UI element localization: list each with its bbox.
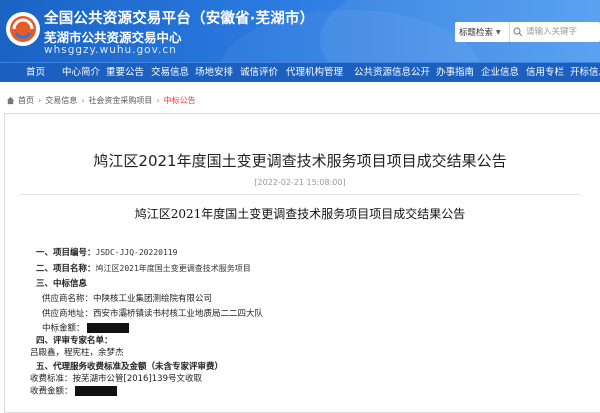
home-icon <box>6 96 15 105</box>
article-title: 鸠江区2021年度国土变更调查技术服务项目项目成交结果公告 <box>93 152 507 170</box>
breadcrumb: 首页 › 交易信息 › 社会资金采购项目 › 中标公告 <box>6 92 196 108</box>
supplier-address: 供应商地址：西安市灞桥镇读书村核工业地质局二二四大队 <box>42 309 264 319</box>
fee-amount-label: 收费金额： <box>30 386 73 397</box>
site-title: 全国公共资源交易平台（安徽省·芜湖市） <box>44 11 315 27</box>
search-type-label: 标题检索 <box>459 28 494 38</box>
nav-item-agency[interactable]: 代理机构管理 <box>286 63 343 83</box>
breadcrumb-separator: › <box>156 95 160 105</box>
experts-list: 吕殿鑫，程宪柱，余梦杰 <box>30 348 124 358</box>
search-type-select[interactable]: 标题检索 ▼ <box>455 22 510 42</box>
project-name-label: 二、项目名称： <box>36 264 96 274</box>
breadcrumb-current: 中标公告 <box>163 95 196 105</box>
project-number: JSDC-JJQ-20220119 <box>95 248 178 257</box>
nav-item-home[interactable]: 首页 <box>26 63 45 83</box>
nav-item-notices[interactable]: 重要公告 <box>106 63 144 83</box>
supplier-name: 供应商名称：中陕核工业集团测绘院有限公司 <box>42 294 213 304</box>
nav-item-enterprise[interactable]: 企业信息 <box>481 63 519 83</box>
redacted-fee <box>74 386 117 396</box>
article-sub-title: 鸠江区2021年度国土变更调查技术服务项目项目成交结果公告 <box>134 207 466 221</box>
redacted-amount <box>86 323 129 333</box>
project-number-label: 一、项目编号： <box>36 248 96 258</box>
experts-label: 四、评审专家名单： <box>36 336 113 346</box>
title-divider <box>20 194 580 195</box>
nav-item-about[interactable]: 中心简介 <box>62 63 100 83</box>
nav-item-venue[interactable]: 场地安排 <box>195 63 233 83</box>
breadcrumb-trade-info[interactable]: 交易信息 <box>45 95 77 106</box>
breadcrumb-separator: › <box>81 95 85 105</box>
chevron-down-icon: ▼ <box>496 28 501 36</box>
nav-item-guide[interactable]: 办事指南 <box>436 63 474 83</box>
breadcrumb-home[interactable]: 首页 <box>18 95 34 106</box>
project-name: 鸠江区2021年度国土变更调查技术服务项目 <box>95 264 251 273</box>
nav-item-credit-column[interactable]: 信用专栏 <box>526 63 564 83</box>
award-amount-label: 中标金额： <box>42 323 85 334</box>
agency-fee-label: 五、代理服务收费标准及金额（未含专家评审费） <box>36 362 224 372</box>
main-nav: 首页 中心简介 重要公告 交易信息 场地安排 诚信评价 代理机构管理 公共资源信… <box>0 62 600 82</box>
site-header: 全国公共资源交易平台（安徽省·芜湖市） 芜湖市公共资源交易中心 whsggzy.… <box>0 0 600 62</box>
award-info-label: 三、中标信息 <box>36 279 88 289</box>
breadcrumb-separator: › <box>38 95 42 105</box>
fee-standard: 收费标准：按芜湖市公管[2016]139号文收取 <box>30 374 202 384</box>
site-url: whsggzy.wuhu.gov.cn <box>44 44 177 56</box>
search-box: 标题检索 ▼ <box>455 22 600 42</box>
nav-item-disclosure[interactable]: 公共资源信息公开 <box>354 63 430 83</box>
nav-item-bid-opening[interactable]: 开标信息 <box>570 63 600 83</box>
nav-item-trade-info[interactable]: 交易信息 <box>151 63 189 83</box>
nav-item-credit[interactable]: 诚信评价 <box>240 63 278 83</box>
search-icon[interactable] <box>510 22 526 42</box>
breadcrumb-category[interactable]: 社会资金采购项目 <box>88 95 152 106</box>
site-logo-icon[interactable] <box>6 12 40 46</box>
publish-date: [2022-02-21 15:08:00] <box>254 178 346 187</box>
search-input[interactable] <box>526 27 600 37</box>
